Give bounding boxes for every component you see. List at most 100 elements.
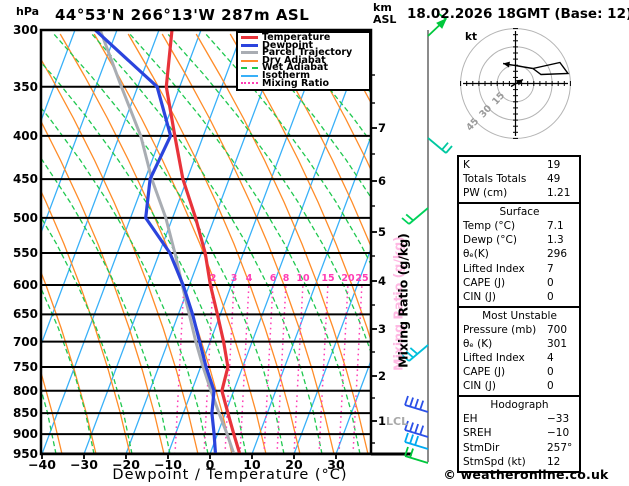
mixing-ratio-line — [293, 282, 304, 454]
info-section-title: Surface — [499, 206, 540, 219]
legend-item: Mixing Ratio — [241, 77, 369, 89]
hodograph-ring-label: 30 — [477, 103, 494, 120]
info-row-label: CAPE (J) — [463, 276, 506, 289]
info-section-title: Hodograph — [490, 399, 549, 412]
pressure-tick-label: 550 — [12, 245, 38, 260]
pressure-tick-label: 450 — [12, 172, 38, 187]
dry-adiabat-line — [604, 34, 629, 454]
info-row: Totals Totals 49 — [463, 172, 576, 186]
mixing-ratio-axis-title: Mixing Ratio (g/kg) — [395, 233, 411, 368]
info-row-value: 7 — [547, 262, 554, 275]
info-row-value: 0 — [547, 276, 554, 289]
wind-barb-icon — [404, 395, 429, 413]
info-row-value: −33 — [547, 413, 570, 426]
info-row: CAPE (J) 0 — [463, 276, 576, 290]
info-row: Lifted Index 4 — [463, 351, 576, 365]
temp-axis-tick-label: 30 — [327, 457, 345, 472]
legend-swatch-solid — [241, 74, 258, 77]
info-row-label: θₑ(K) — [463, 248, 489, 261]
lcl-label: LCL — [386, 415, 409, 428]
info-row-value: 49 — [547, 173, 561, 186]
info-panel: K 19 Totals Totals 49 PW (cm) 1.21 Surface Temp… — [457, 155, 581, 473]
temp-axis-tick-label: −10 — [154, 457, 182, 472]
pressure-tick-label: 650 — [12, 307, 38, 322]
wet-adiabat-line — [624, 34, 629, 454]
info-row-label: SREH — [463, 427, 492, 440]
info-row: CAPE (J) 0 — [463, 365, 576, 379]
info-row: θₑ(K) 296 — [463, 247, 576, 261]
info-row: Temp (°C) 7.1 — [463, 219, 576, 233]
station-title: 44°53'N 266°13'W 287m ASL — [55, 6, 310, 24]
info-row-label: θₑ (K) — [463, 337, 493, 350]
pressure-tick-label: 350 — [12, 79, 38, 94]
hodograph-arrowhead — [503, 61, 510, 68]
mixing-ratio-value-label: 10 — [296, 273, 310, 284]
temp-axis-tick-label: −20 — [112, 457, 140, 472]
info-row: SREH −10 — [463, 426, 576, 440]
km-tick-label: 5 — [378, 225, 387, 239]
temp-axis-tick-label: 0 — [205, 457, 215, 472]
pressure-tick-label: 400 — [12, 128, 38, 143]
pressure-tick-label: 800 — [12, 383, 38, 398]
info-row: CIN (J) 0 — [463, 379, 576, 393]
info-row-label: Pressure (mb) — [463, 323, 537, 336]
pressure-tick-label: 300 — [12, 23, 38, 37]
sounding-page: hPa 44°53'N 266°13'W 287m ASL km ASL 18.… — [0, 0, 629, 486]
info-row-label: CIN (J) — [463, 290, 496, 303]
legend-swatch-solid-thick — [241, 36, 258, 40]
info-row: StmDir 257° — [463, 441, 576, 455]
info-row-value: 301 — [547, 337, 568, 350]
pressure-unit-label: hPa — [16, 5, 40, 18]
info-row: Dewp (°C) 1.3 — [463, 233, 576, 247]
pressure-tick-label: 750 — [12, 360, 38, 375]
info-row: CIN (J) 0 — [463, 290, 576, 304]
km-axis-unit-label: km ASL — [373, 2, 396, 26]
info-row-label: K — [463, 159, 470, 171]
km-axis-unit-line2: ASL — [373, 13, 397, 26]
wind-barb-icon — [427, 137, 453, 154]
info-row: K 19 — [463, 158, 576, 172]
info-section: K 19 Totals Totals 49 PW (cm) 1.21 — [459, 157, 579, 202]
info-section: Surface Temp (°C) 7.1 Dewp (°C) 1.3 θₑ(K) 296 L… — [459, 202, 579, 306]
wet-adiabat-line — [586, 34, 629, 454]
legend-swatch-dashed — [241, 67, 258, 70]
mixing-ratio-line — [263, 282, 274, 454]
info-section: Hodograph EH −33 SREH −10 StmDir 257° StmSpd (k… — [459, 395, 579, 470]
legend-swatch-dotted — [241, 82, 258, 85]
info-row-value: 700 — [547, 323, 568, 336]
hodograph-ring-label: 45 — [464, 116, 481, 133]
info-row-value: 0 — [547, 290, 554, 303]
hodograph-canvas: 153045 — [460, 28, 571, 139]
footer-credit: © weatheronline.co.uk — [443, 467, 609, 482]
legend-label: Mixing Ratio — [262, 77, 330, 89]
temp-axis-tick-label: 20 — [285, 457, 303, 472]
info-row-label: Lifted Index — [463, 262, 525, 275]
temp-axis-tick-label: 10 — [243, 457, 261, 472]
info-row-value: 1.3 — [547, 234, 564, 247]
info-row-value: 0 — [547, 366, 554, 379]
hodograph-ring-label: 15 — [490, 90, 507, 107]
info-row: PW (cm) 1.21 — [463, 186, 576, 200]
mixing-ratio-line — [338, 282, 349, 454]
pressure-tick-label: 600 — [12, 277, 38, 292]
datetime-label: 18.02.2026 18GMT (Base: 12) — [407, 6, 629, 22]
legend-swatch-solid-thick — [241, 51, 258, 55]
km-tick-label: 4 — [378, 274, 387, 288]
pressure-tick-label: 500 — [12, 210, 38, 225]
info-section-title: Most Unstable — [482, 309, 557, 322]
info-row: Lifted Index 7 — [463, 262, 576, 276]
info-row-label: StmSpd (kt) — [463, 455, 526, 468]
mixing-ratio-value-label: 4 — [245, 273, 253, 284]
km-tick-label: 1LCL — [378, 414, 409, 428]
info-row-label: Totals Totals — [463, 173, 527, 186]
km-tick-label: 6 — [378, 174, 387, 188]
info-row-value: 296 — [547, 248, 568, 261]
pressure-tick-label: 900 — [12, 427, 38, 442]
hodograph-unit-label: kt — [465, 31, 478, 43]
pressure-tick-label: 950 — [12, 447, 38, 461]
hodograph: 15 30 45 — [460, 28, 571, 139]
pressure-tick-label: 850 — [12, 406, 38, 421]
info-row-label: CAPE (J) — [463, 366, 506, 379]
info-row: Pressure (mb) 700 — [463, 323, 576, 337]
info-row-value: 19 — [547, 159, 561, 171]
